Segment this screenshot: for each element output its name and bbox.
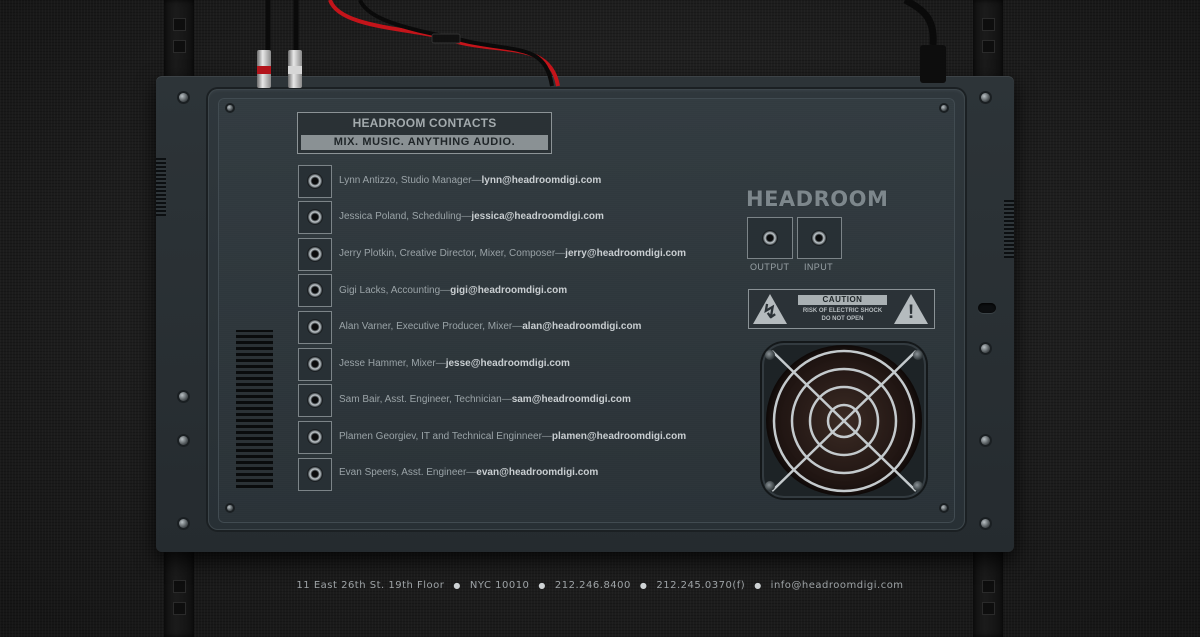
contact-name: Jerry Plotkin, Creative Director, Mixer,… (339, 248, 556, 259)
footer-email-link[interactable]: info@headroomdigi.com (771, 580, 904, 591)
contact-name: Evan Speers, Asst. Engineer (339, 467, 467, 478)
chassis-screw (981, 519, 990, 528)
chassis-screw (179, 436, 188, 445)
contact-email-link[interactable]: gigi@headroomdigi.com (450, 285, 567, 296)
page-title: HEADROOM CONTACTS (352, 116, 497, 130)
contacts-title-plate: HEADROOM CONTACTS MIX. MUSIC. ANYTHING A… (297, 112, 552, 154)
contact-name: Gigi Lacks, Accounting (339, 285, 441, 296)
audio-jack-icon (298, 274, 332, 307)
right-side-vent (1004, 200, 1014, 258)
footer-fax: 212.245.0370(f) (656, 580, 746, 591)
side-slot (978, 303, 996, 313)
caution-line-2: DO NOT OPEN (821, 316, 864, 322)
page-background: HEADROOM CONTACTS MIX. MUSIC. ANYTHING A… (0, 0, 1200, 637)
contact-row: Jesse Hammer, Mixer—jesse@headroomdigi.c… (339, 358, 570, 369)
contact-row: Jessica Poland, Scheduling—jessica@headr… (339, 211, 604, 222)
contact-email-link[interactable]: sam@headroomdigi.com (512, 394, 631, 405)
left-side-vent (156, 158, 166, 216)
panel-screw (227, 505, 233, 511)
contact-name: Plamen Georgiev, IT and Technical Enginn… (339, 431, 542, 442)
chassis-screw (981, 344, 990, 353)
caution-heading: CAUTION (798, 295, 887, 305)
output-label: OUTPUT (750, 262, 790, 272)
audio-jack-icon (298, 165, 332, 198)
contact-name: Jesse Hammer, Mixer (339, 358, 436, 369)
contact-email-link[interactable]: lynn@headroomdigi.com (482, 175, 602, 186)
contact-email-link[interactable]: jessica@headroomdigi.com (471, 211, 604, 222)
contact-name: Alan Varner, Executive Producer, Mixer (339, 321, 513, 332)
output-jack (747, 217, 793, 259)
chassis-screw (179, 519, 188, 528)
contact-email-link[interactable]: jerry@headroomdigi.com (565, 248, 686, 259)
chassis-screw (179, 392, 188, 401)
panel-vent-grille (236, 330, 273, 488)
rca-plug-red (257, 50, 271, 88)
footer-phone: 212.246.8400 (554, 580, 631, 591)
contact-row: Jerry Plotkin, Creative Director, Mixer,… (339, 248, 687, 259)
input-jack (797, 217, 842, 259)
contact-name: Sam Bair, Asst. Engineer, Technician (339, 394, 502, 405)
audio-jack-icon (298, 384, 332, 417)
tagline: MIX. MUSIC. ANYTHING AUDIO. (301, 135, 548, 150)
contact-row: Plamen Georgiev, IT and Technical Enginn… (339, 431, 687, 442)
contact-name: Lynn Antizzo, Studio Manager (339, 175, 472, 186)
audio-jack-icon (298, 421, 332, 454)
footer-contact-line: 11 East 26th St. 19th Floor ● NYC 10010 ● 21… (296, 580, 904, 591)
audio-jack-icon (298, 458, 332, 491)
audio-jack-icon (298, 348, 332, 381)
panel-screw (941, 505, 947, 511)
contact-email-link[interactable]: jesse@headroomdigi.com (446, 358, 570, 369)
rca-plug-white (288, 50, 302, 88)
contact-email-link[interactable]: evan@headroomdigi.com (476, 467, 598, 478)
brand-logo: HEADROOM (746, 187, 889, 211)
contact-row: Alan Varner, Executive Producer, Mixer—a… (339, 321, 642, 332)
caution-line-1: RISK OF ELECTRIC SHOCK (802, 308, 883, 314)
panel-screw (941, 105, 947, 111)
contact-row: Lynn Antizzo, Studio Manager—lynn@headro… (339, 175, 602, 186)
contact-row: Gigi Lacks, Accounting—gigi@headroomdigi… (339, 285, 568, 296)
input-label: INPUT (804, 262, 833, 272)
footer-city: NYC 10010 (469, 580, 530, 591)
audio-jack-icon (298, 238, 332, 271)
panel-screw (227, 105, 233, 111)
audio-jack-icon (298, 311, 332, 344)
audio-jack-icon (298, 201, 332, 234)
cooling-fan (762, 343, 926, 498)
contact-email-link[interactable]: plamen@headroomdigi.com (552, 431, 686, 442)
contact-row: Evan Speers, Asst. Engineer—evan@headroo… (339, 467, 599, 478)
contact-email-link[interactable]: alan@headroomdigi.com (522, 321, 641, 332)
caution-label: ↯ CAUTION RISK OF ELECTRIC SHOCK DO NOT … (748, 289, 935, 329)
fan-grille-icon (771, 349, 917, 493)
cables (265, 0, 946, 87)
chassis-screw (981, 436, 990, 445)
contact-row: Sam Bair, Asst. Engineer, Technician—sam… (339, 394, 631, 405)
footer-address: 11 East 26th St. 19th Floor (296, 580, 445, 591)
contact-name: Jessica Poland, Scheduling (339, 211, 462, 222)
